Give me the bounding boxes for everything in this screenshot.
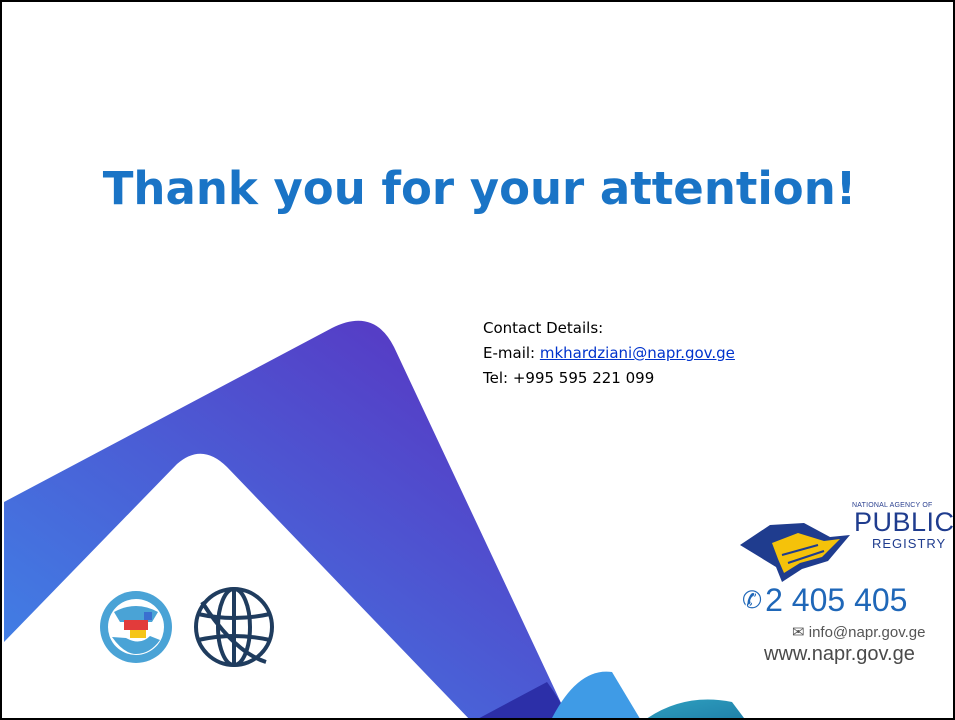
napr-email-value: info@napr.gov.ge	[808, 624, 926, 641]
blue-swoosh	[552, 671, 640, 718]
email-line: E-mail: mkhardziani@napr.gov.ge	[483, 341, 735, 366]
tel-label: Tel:	[483, 369, 513, 387]
napr-email: ✉ info@napr.gov.ge	[792, 623, 925, 641]
contact-heading: Contact Details:	[483, 319, 604, 337]
email-link[interactable]: mkhardziani@napr.gov.ge	[540, 344, 735, 362]
email-label: E-mail:	[483, 344, 540, 362]
contact-details: Contact Details: E-mail: mkhardziani@nap…	[483, 316, 735, 391]
partner-logos	[100, 587, 274, 667]
phone-icon: ✆	[742, 587, 763, 614]
tel-value: +995 595 221 099	[512, 369, 655, 387]
slide: Thank you for your attention! Contact De…	[0, 0, 955, 720]
napr-phone-number: 2 405 405	[765, 582, 908, 618]
envelope-icon: ✉	[792, 624, 809, 641]
teal-arc	[647, 699, 744, 718]
world-bank-globe-icon	[194, 587, 274, 667]
napr-public-text: PUBLIC	[854, 507, 955, 537]
napr-registry-text: REGISTRY	[872, 536, 947, 551]
tel-line: Tel: +995 595 221 099	[483, 366, 735, 391]
napr-phone: ✆2 405 405	[742, 582, 907, 619]
geo-logo-icon	[100, 591, 172, 663]
slide-title: Thank you for your attention!	[102, 162, 857, 215]
napr-website: www.napr.gov.ge	[764, 643, 915, 665]
